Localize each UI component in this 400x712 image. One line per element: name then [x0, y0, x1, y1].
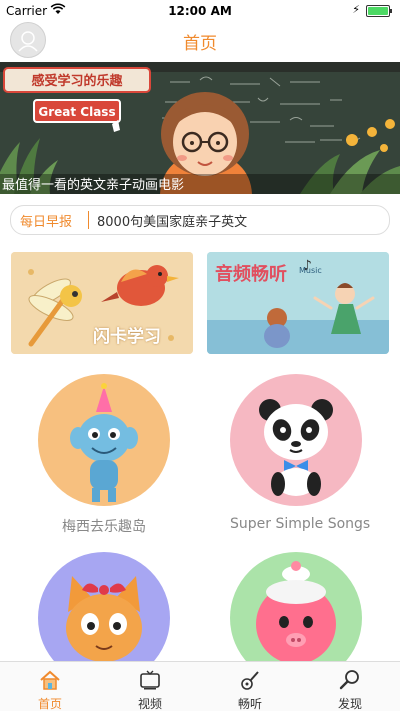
- magnifier-icon: [338, 668, 362, 692]
- charging-icon: ⚡: [352, 3, 360, 16]
- guitar-icon: [238, 668, 262, 692]
- tab-discover[interactable]: 发现: [300, 662, 400, 711]
- status-bar: Carrier 12:00 AM ⚡: [0, 0, 400, 22]
- tab-listen-label: 畅听: [237, 697, 262, 711]
- audio-card[interactable]: ♪ 音频畅听 Music: [207, 252, 389, 354]
- audio-sublabel: Music: [299, 266, 322, 275]
- nav-bar: 首页: [0, 22, 400, 60]
- page-title: 首页: [183, 34, 217, 54]
- tab-bar: 首页 视频 畅听 发现: [0, 661, 400, 711]
- banner-sign-top: 感受学习的乐趣: [31, 73, 123, 89]
- tab-video[interactable]: 视频: [100, 662, 200, 711]
- flashcard-card[interactable]: 闪卡学习: [11, 252, 193, 354]
- series-thumbnail: [230, 374, 362, 506]
- battery-icon: [366, 5, 392, 17]
- tab-home-label: 首页: [37, 697, 62, 711]
- tv-icon: [138, 668, 162, 692]
- flashcard-label: 闪卡学习: [93, 327, 161, 347]
- series-item[interactable]: Super Simple Songs: [230, 374, 371, 532]
- series-thumbnail: [38, 374, 170, 506]
- series-label: 梅西去乐趣岛: [62, 519, 146, 535]
- tab-home[interactable]: 首页: [0, 662, 100, 711]
- tab-video-label: 视频: [137, 697, 162, 711]
- banner-sign-bottom: Great Class: [38, 105, 115, 119]
- tab-discover-label: 发现: [337, 697, 362, 711]
- daily-news-tag: 每日早报: [20, 215, 73, 230]
- news-divider: [88, 211, 89, 229]
- series-item[interactable]: 梅西去乐趣岛: [38, 374, 170, 536]
- audio-label: 音频畅听: [215, 264, 287, 285]
- status-time: 12:00 AM: [168, 4, 232, 18]
- daily-news-bar[interactable]: 每日早报 8000句美国家庭亲子英文: [10, 205, 390, 235]
- banner-caption: 最值得一看的英文亲子动画电影: [2, 178, 185, 193]
- home-icon: [38, 668, 62, 692]
- tab-listen[interactable]: 畅听: [200, 662, 300, 711]
- series-label: Super Simple Songs: [230, 516, 371, 532]
- daily-news-text: 8000句美国家庭亲子英文: [97, 215, 248, 230]
- hero-banner[interactable]: 感受学习的乐趣 Great Class 最值得一看的英文亲子动画电影: [0, 62, 400, 194]
